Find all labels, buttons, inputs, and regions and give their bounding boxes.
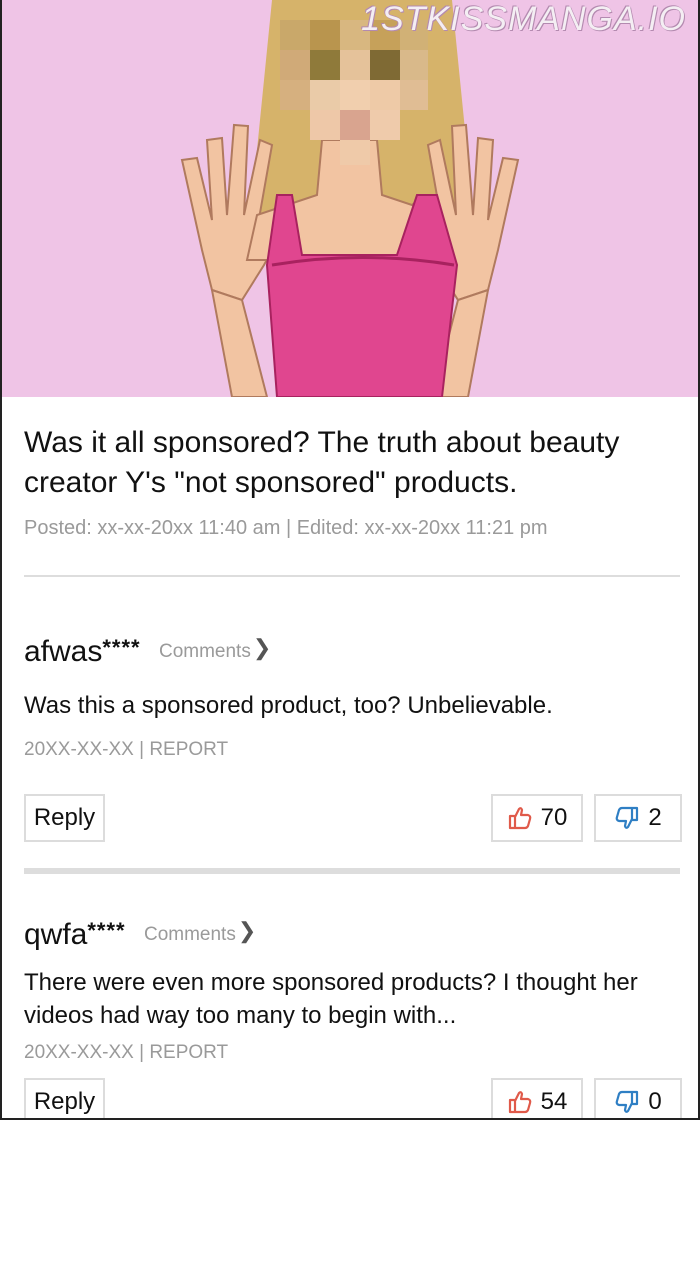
like-count: 70 (540, 804, 568, 831)
comment-meta[interactable]: 20XX-XX-XX | REPORT (24, 739, 228, 761)
comment-item: afwas**** Comments❯ Was this a sponsored… (2, 577, 698, 867)
thumbs-up-icon (508, 1091, 531, 1114)
thumbs-down-icon (615, 1090, 639, 1113)
comment-text: Was this a sponsored product, too? Unbel… (24, 692, 553, 719)
comment-username: qwfa**** Comments❯ (24, 918, 256, 952)
comment-text: There were even more sponsored products?… (24, 969, 638, 1029)
username-text: afwas (24, 635, 103, 668)
comments-link[interactable]: Comments❯ (158, 635, 271, 662)
post-illustration: 1STKISSMANGA.IO (2, 0, 698, 397)
dislike-button[interactable]: 0 (594, 1078, 682, 1118)
like-button[interactable]: 54 (491, 1078, 583, 1118)
post-title: Was it all sponsored? The truth about be… (24, 426, 620, 499)
woman-illustration (180, 0, 520, 397)
reply-button-label: Reply (33, 804, 96, 831)
watermark-text: 1STKISSMANGA.IO (361, 0, 686, 38)
reply-button[interactable]: Reply (24, 794, 105, 842)
comment-username: afwas**** Comments❯ (24, 635, 271, 669)
like-button[interactable]: 70 (491, 794, 583, 842)
chevron-right-icon: ❯ (252, 635, 272, 660)
reply-button-label: Reply (33, 1088, 96, 1115)
reply-button[interactable]: Reply (24, 1078, 105, 1118)
post-meta: Posted: xx-xx-20xx 11:40 am | Edited: xx… (24, 517, 548, 539)
comment-meta[interactable]: 20XX-XX-XX | REPORT (24, 1042, 228, 1064)
chevron-right-icon: ❯ (237, 918, 257, 943)
thumbs-up-icon (508, 807, 531, 830)
dislike-button[interactable]: 2 (594, 794, 682, 842)
post-header: Was it all sponsored? The truth about be… (2, 397, 698, 575)
comments-link-label: Comments (143, 924, 236, 945)
comment-item: qwfa**** Comments❯ There were even more … (2, 874, 698, 1118)
comments-link-label: Comments (158, 641, 251, 662)
manga-panel: 1STKISSMANGA.IO Was it all sponsored? Th… (0, 0, 700, 1120)
username-mask: **** (102, 635, 141, 660)
username-mask: **** (87, 918, 126, 943)
comments-link[interactable]: Comments❯ (143, 918, 256, 945)
dislike-count: 2 (648, 804, 662, 831)
dislike-count: 0 (648, 1088, 662, 1115)
like-count: 54 (540, 1088, 568, 1115)
username-text: qwfa (24, 918, 88, 951)
thumbs-down-icon (615, 806, 639, 829)
